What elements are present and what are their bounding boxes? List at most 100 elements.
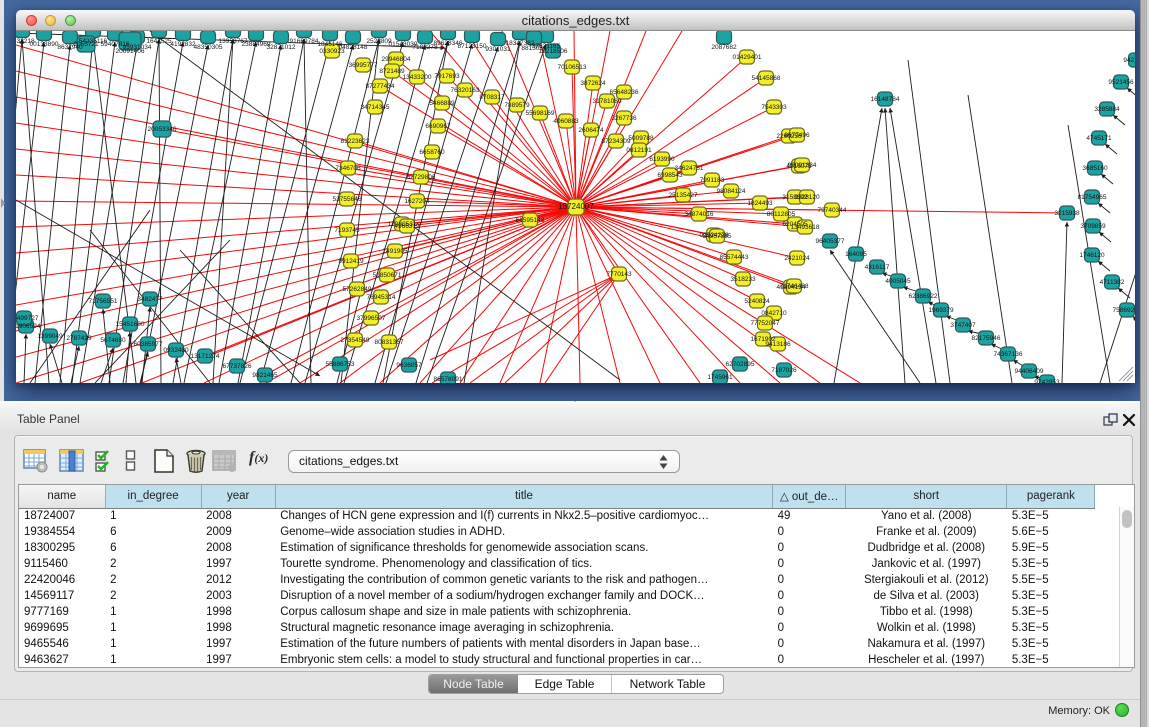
svg-text:6658760: 6658760 xyxy=(419,149,445,156)
svg-text:87133150: 87133150 xyxy=(458,43,487,50)
svg-text:62729806: 62729806 xyxy=(407,174,436,181)
svg-text:6998543: 6998543 xyxy=(657,172,683,179)
svg-text:9821465: 9821465 xyxy=(252,372,278,379)
svg-text:7889579: 7889579 xyxy=(504,102,530,109)
svg-text:71746488: 71746488 xyxy=(780,283,809,290)
svg-text:60385977: 60385977 xyxy=(134,341,163,348)
svg-text:70106513: 70106513 xyxy=(558,64,587,71)
svg-text:5466889: 5466889 xyxy=(429,100,455,107)
svg-text:25135427: 25135427 xyxy=(669,192,698,199)
svg-text:164095: 164095 xyxy=(845,251,867,258)
svg-text:86578091: 86578091 xyxy=(434,376,463,383)
svg-text:6690967: 6690967 xyxy=(425,123,451,130)
svg-text:67737826: 67737826 xyxy=(223,363,252,370)
svg-text:3685160: 3685160 xyxy=(1082,165,1108,172)
svg-text:0842710: 0842710 xyxy=(761,310,787,317)
svg-text:9636057: 9636057 xyxy=(396,362,422,369)
svg-text:1399049: 1399049 xyxy=(37,333,63,340)
svg-text:5009788: 5009788 xyxy=(628,135,654,142)
svg-text:81223623: 81223623 xyxy=(341,138,370,145)
svg-text:18724007: 18724007 xyxy=(558,202,594,211)
svg-text:5674680: 5674680 xyxy=(100,337,126,344)
svg-text:13171274: 13171274 xyxy=(191,353,220,360)
svg-text:80831367: 80831367 xyxy=(375,339,404,346)
svg-text:4316117: 4316117 xyxy=(865,264,890,271)
svg-text:27354549: 27354549 xyxy=(341,337,370,344)
svg-text:1969379: 1969379 xyxy=(928,307,954,314)
svg-text:9301031: 9301031 xyxy=(485,46,511,53)
svg-text:55698169: 55698169 xyxy=(526,110,555,117)
svg-text:29946804: 29946804 xyxy=(382,56,411,63)
svg-text:8677496: 8677496 xyxy=(784,132,810,139)
svg-text:76945314: 76945314 xyxy=(367,294,396,301)
svg-text:7193745: 7193745 xyxy=(334,227,360,234)
svg-text:7543303: 7543303 xyxy=(761,104,787,111)
svg-text:0932480: 0932480 xyxy=(163,347,189,354)
svg-text:6193990: 6193990 xyxy=(649,156,675,163)
svg-text:5240824: 5240824 xyxy=(744,298,770,305)
svg-text:75869261: 75869261 xyxy=(1113,307,1135,314)
svg-text:31781080: 31781080 xyxy=(593,98,622,105)
svg-text:80112805: 80112805 xyxy=(767,211,796,218)
svg-text:4711382: 4711382 xyxy=(1100,279,1125,286)
svg-text:51850671: 51850671 xyxy=(373,272,402,279)
svg-text:8721489: 8721489 xyxy=(379,68,405,75)
svg-text:1491905: 1491905 xyxy=(382,248,408,255)
svg-text:91669784: 91669784 xyxy=(290,38,319,45)
svg-text:2787429: 2787429 xyxy=(66,335,92,342)
svg-text:53755646: 53755646 xyxy=(333,196,362,203)
svg-text:15451680: 15451680 xyxy=(116,321,145,328)
svg-text:3518233: 3518233 xyxy=(730,276,756,283)
svg-text:76320163: 76320163 xyxy=(451,87,480,94)
svg-text:13433200: 13433200 xyxy=(403,74,432,81)
svg-text:96405377: 96405377 xyxy=(816,238,845,245)
svg-text:3709859: 3709859 xyxy=(1080,223,1106,230)
svg-text:1824493: 1824493 xyxy=(747,200,773,207)
svg-text:3215938: 3215938 xyxy=(1054,210,1080,217)
svg-text:62386922: 62386922 xyxy=(909,293,938,300)
svg-text:61595148: 61595148 xyxy=(516,217,545,224)
svg-text:00133890: 00133890 xyxy=(30,41,59,48)
svg-text:9421047: 9421047 xyxy=(1123,57,1135,64)
svg-text:99091334: 99091334 xyxy=(788,162,817,169)
svg-text:2055721: 2055721 xyxy=(73,41,99,48)
svg-text:1745961: 1745961 xyxy=(707,374,733,381)
svg-text:71756551: 71756551 xyxy=(89,298,118,305)
svg-text:2328120: 2328120 xyxy=(794,194,820,201)
svg-text:9912419: 9912419 xyxy=(338,258,364,265)
svg-text:87234309: 87234309 xyxy=(602,138,631,145)
svg-text:7991183: 7991183 xyxy=(700,177,725,184)
svg-text:7770143: 7770143 xyxy=(606,271,632,278)
svg-text:7187026: 7187026 xyxy=(771,367,797,374)
svg-text:85574443: 85574443 xyxy=(720,254,749,261)
svg-text:94406409: 94406409 xyxy=(1015,368,1044,375)
svg-text:79740344: 79740344 xyxy=(818,207,847,214)
svg-text:37996507: 37996507 xyxy=(357,315,386,322)
svg-text:34624751: 34624751 xyxy=(675,165,704,172)
svg-text:34874016: 34874016 xyxy=(685,211,714,218)
svg-text:3482477: 3482477 xyxy=(137,296,163,303)
svg-text:4060883: 4060883 xyxy=(553,118,579,125)
svg-text:62702895: 62702895 xyxy=(726,361,755,368)
svg-text:2421024: 2421024 xyxy=(784,255,810,262)
svg-text:1647525: 1647525 xyxy=(146,38,172,45)
svg-text:55886753: 55886753 xyxy=(326,361,355,368)
svg-text:4745171: 4745171 xyxy=(1086,135,1112,142)
svg-text:4966319: 4966319 xyxy=(394,223,420,230)
svg-text:9743953: 9743953 xyxy=(1034,379,1060,383)
svg-text:36995777: 36995777 xyxy=(349,62,378,69)
svg-text:48350305: 48350305 xyxy=(194,44,223,51)
svg-text:1746120: 1746120 xyxy=(1079,252,1105,259)
svg-text:20053346: 20053346 xyxy=(148,126,177,133)
svg-text:81754965: 81754965 xyxy=(1078,194,1107,201)
svg-text:71906594: 71906594 xyxy=(16,323,41,330)
svg-text:3747407: 3747407 xyxy=(950,322,976,329)
svg-text:57262849: 57262849 xyxy=(343,286,372,293)
svg-text:9413186: 9413186 xyxy=(765,341,791,348)
svg-text:20091406: 20091406 xyxy=(116,48,145,55)
svg-text:7917693: 7917693 xyxy=(434,73,460,80)
svg-text:16148784: 16148784 xyxy=(871,96,900,103)
svg-text:3285884: 3285884 xyxy=(1094,106,1120,113)
svg-text:0330923: 0330923 xyxy=(319,48,345,55)
svg-text:2606474: 2606474 xyxy=(578,127,604,134)
